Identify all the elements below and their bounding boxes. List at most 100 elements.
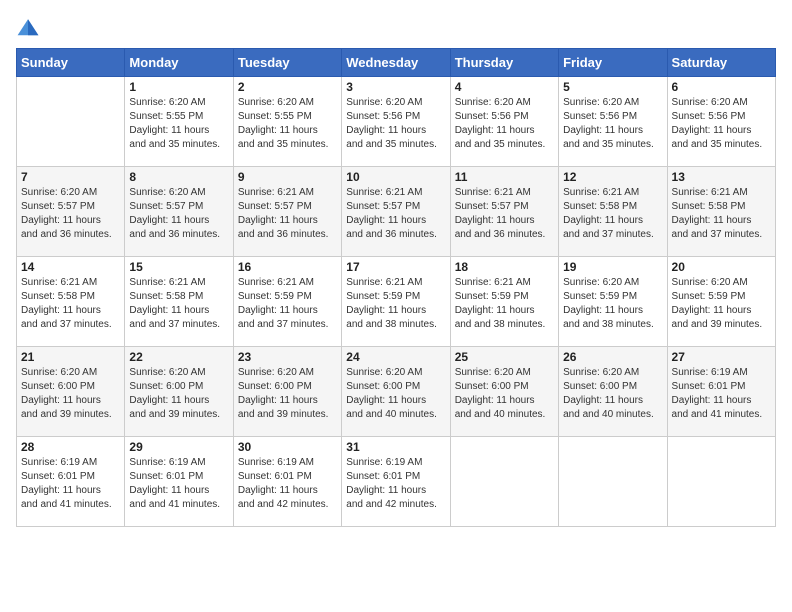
daylight-cont: and and 35 minutes. bbox=[129, 139, 220, 150]
day-cell: 5 Sunrise: 6:20 AMSunset: 5:56 PMDaylight… bbox=[559, 77, 667, 167]
sunset-text: Sunset: 5:55 PM bbox=[129, 111, 203, 122]
day-number: 11 bbox=[455, 170, 554, 184]
day-number: 30 bbox=[238, 440, 337, 454]
day-info: Sunrise: 6:20 AMSunset: 5:56 PMDaylight:… bbox=[346, 96, 445, 152]
week-row-2: 14 Sunrise: 6:21 AMSunset: 5:58 PMDayligh… bbox=[17, 257, 776, 347]
daylight-text: Daylight: 11 hours bbox=[672, 125, 752, 136]
day-number: 20 bbox=[672, 260, 771, 274]
sunrise-text: Sunrise: 6:20 AM bbox=[129, 187, 205, 198]
daylight-cont: and and 37 minutes. bbox=[563, 229, 654, 240]
sunset-text: Sunset: 6:01 PM bbox=[346, 471, 420, 482]
daylight-text: Daylight: 11 hours bbox=[563, 125, 643, 136]
daylight-text: Daylight: 11 hours bbox=[672, 305, 752, 316]
sunrise-text: Sunrise: 6:21 AM bbox=[238, 187, 314, 198]
sunset-text: Sunset: 6:00 PM bbox=[346, 381, 420, 392]
daylight-cont: and and 35 minutes. bbox=[563, 139, 654, 150]
daylight-text: Daylight: 11 hours bbox=[455, 305, 535, 316]
sunrise-text: Sunrise: 6:20 AM bbox=[21, 187, 97, 198]
daylight-text: Daylight: 11 hours bbox=[672, 395, 752, 406]
header-saturday: Saturday bbox=[667, 49, 775, 77]
day-number: 28 bbox=[21, 440, 120, 454]
sunrise-text: Sunrise: 6:20 AM bbox=[238, 367, 314, 378]
page-header bbox=[16, 16, 776, 40]
daylight-text: Daylight: 11 hours bbox=[21, 215, 101, 226]
sunset-text: Sunset: 6:01 PM bbox=[129, 471, 203, 482]
day-cell: 10Sunrise: 6:21 AMSunset: 5:57 PMDayligh… bbox=[342, 167, 450, 257]
day-cell: 3Sunrise: 6:20 AMSunset: 5:56 PMDaylight… bbox=[342, 77, 450, 167]
sunrise-text: Sunrise: 6:20 AM bbox=[563, 277, 639, 288]
day-info: Sunrise: 6:20 AMSunset: 5:59 PMDaylight:… bbox=[672, 276, 771, 332]
daylight-text: Daylight: 11 hours bbox=[129, 305, 209, 316]
header-monday: Monday bbox=[125, 49, 233, 77]
day-info: Sunrise: 6:20 AMSunset: 5:56 PMDaylight:… bbox=[563, 96, 662, 152]
day-info: Sunrise: 6:20 AMSunset: 5:56 PMDaylight:… bbox=[455, 96, 554, 152]
daylight-text: Daylight: 11 hours bbox=[238, 125, 318, 136]
day-cell: 15Sunrise: 6:21 AMSunset: 5:58 PMDayligh… bbox=[125, 257, 233, 347]
sunrise-text: Sunrise: 6:20 AM bbox=[455, 97, 531, 108]
sunset-text: Sunset: 5:57 PM bbox=[129, 201, 203, 212]
sunset-text: Sunset: 5:57 PM bbox=[346, 201, 420, 212]
sunset-text: Sunset: 6:00 PM bbox=[129, 381, 203, 392]
day-info: Sunrise: 6:19 AMSunset: 6:01 PMDaylight:… bbox=[129, 456, 228, 512]
day-info: Sunrise: 6:20 AM Sunset: 6:00 PM Daylight:… bbox=[129, 366, 228, 422]
daylight-cont: and and 36 minutes. bbox=[346, 229, 437, 240]
daylight-cont: and and 41 minutes. bbox=[672, 409, 763, 420]
sunrise-text: Sunrise: 6:19 AM bbox=[346, 457, 422, 468]
logo bbox=[16, 16, 44, 40]
day-cell: 17Sunrise: 6:21 AMSunset: 5:59 PMDayligh… bbox=[342, 257, 450, 347]
sunrise-text: Sunrise: 6:19 AM bbox=[238, 457, 314, 468]
daylight-text: Daylight: 11 hours bbox=[21, 395, 101, 406]
day-cell: 2Sunrise: 6:20 AMSunset: 5:55 PMDaylight… bbox=[233, 77, 341, 167]
sunrise-text: Sunrise: 6:20 AM bbox=[129, 367, 205, 378]
daylight-text: Daylight: 11 hours bbox=[238, 305, 318, 316]
day-info: Sunrise: 6:21 AMSunset: 5:57 PMDaylight:… bbox=[455, 186, 554, 242]
day-number: 4 bbox=[455, 80, 554, 94]
sunset-text: Sunset: 5:58 PM bbox=[563, 201, 637, 212]
sunset-text: Sunset: 6:00 PM bbox=[21, 381, 95, 392]
sunset-text: Sunset: 6:01 PM bbox=[238, 471, 312, 482]
day-info: Sunrise: 6:21 AMSunset: 5:57 PMDaylight:… bbox=[346, 186, 445, 242]
daylight-text: Daylight: 11 hours bbox=[346, 305, 426, 316]
sunrise-text: Sunrise: 6:20 AM bbox=[455, 367, 531, 378]
sunrise-text: Sunrise: 6:20 AM bbox=[346, 97, 422, 108]
day-cell: 12Sunrise: 6:21 AMSunset: 5:58 PMDayligh… bbox=[559, 167, 667, 257]
day-number: 16 bbox=[238, 260, 337, 274]
day-cell: 19Sunrise: 6:20 AMSunset: 5:59 PMDayligh… bbox=[559, 257, 667, 347]
sunrise-text: Sunrise: 6:19 AM bbox=[129, 457, 205, 468]
day-number: 14 bbox=[21, 260, 120, 274]
sunrise-text: Sunrise: 6:20 AM bbox=[21, 367, 97, 378]
day-info: Sunrise: 6:21 AMSunset: 5:58 PMDaylight:… bbox=[129, 276, 228, 332]
day-info: Sunrise: 6:21 AMSunset: 5:59 PMDaylight:… bbox=[346, 276, 445, 332]
day-info: Sunrise: 6:20 AMSunset: 5:59 PMDaylight:… bbox=[563, 276, 662, 332]
day-info: Sunrise: 6:20 AMSunset: 6:00 PMDaylight:… bbox=[563, 366, 662, 422]
daylight-cont: and and 37 minutes. bbox=[672, 229, 763, 240]
day-number: 12 bbox=[563, 170, 662, 184]
day-cell: 23Sunrise: 6:20 AMSunset: 6:00 PMDayligh… bbox=[233, 347, 341, 437]
daylight-text: Daylight: 11 hours bbox=[129, 395, 209, 406]
sunset-text: Sunset: 5:57 PM bbox=[455, 201, 529, 212]
day-cell: 14Sunrise: 6:21 AMSunset: 5:58 PMDayligh… bbox=[17, 257, 125, 347]
sunrise-text: Sunrise: 6:20 AM bbox=[346, 367, 422, 378]
daylight-text: Daylight: 11 hours bbox=[346, 125, 426, 136]
daylight-cont: and and 40 minutes. bbox=[563, 409, 654, 420]
sunset-text: Sunset: 5:58 PM bbox=[672, 201, 746, 212]
daylight-cont: and and 39 minutes. bbox=[672, 319, 763, 330]
header-wednesday: Wednesday bbox=[342, 49, 450, 77]
day-cell: 31Sunrise: 6:19 AMSunset: 6:01 PMDayligh… bbox=[342, 437, 450, 527]
daylight-cont: and and 35 minutes. bbox=[455, 139, 546, 150]
day-info: Sunrise: 6:20 AMSunset: 6:00 PMDaylight:… bbox=[455, 366, 554, 422]
sunrise-text: Sunrise: 6:20 AM bbox=[563, 367, 639, 378]
day-number: 29 bbox=[129, 440, 228, 454]
daylight-cont: and and 42 minutes. bbox=[238, 499, 329, 510]
day-info: Sunrise: 6:19 AMSunset: 6:01 PMDaylight:… bbox=[672, 366, 771, 422]
day-info: Sunrise: 6:20 AMSunset: 5:55 PMDaylight:… bbox=[238, 96, 337, 152]
sunset-text: Sunset: 6:00 PM bbox=[563, 381, 637, 392]
sunrise-text: Sunrise: 6:19 AM bbox=[672, 367, 748, 378]
daylight-text: Daylight: 11 hours bbox=[346, 485, 426, 496]
header-friday: Friday bbox=[559, 49, 667, 77]
sunset-text: Sunset: 5:58 PM bbox=[21, 291, 95, 302]
day-info: Sunrise: 6:19 AMSunset: 6:01 PMDaylight:… bbox=[238, 456, 337, 512]
day-number: 5 bbox=[563, 80, 662, 94]
day-number: 24 bbox=[346, 350, 445, 364]
day-info: Sunrise: 6:20 AMSunset: 6:00 PMDaylight:… bbox=[238, 366, 337, 422]
